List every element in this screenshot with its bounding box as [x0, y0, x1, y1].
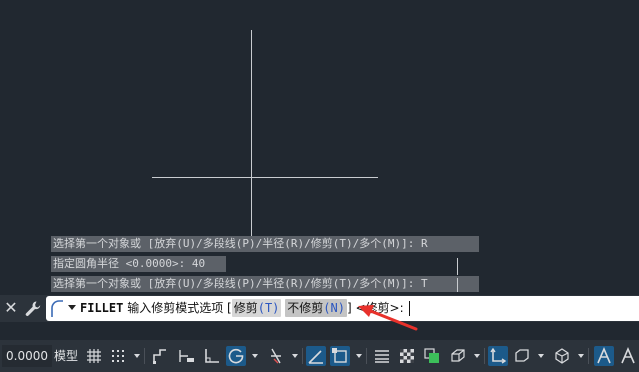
separator: [366, 348, 367, 364]
object-snap-tracking-icon: [308, 350, 323, 364]
option-trim-key: (T): [257, 301, 280, 315]
text-caret: [409, 301, 411, 316]
history-line-3: 选择第一个对象或 [放弃(U)/多段线(P)/半径(R)/修剪(T)/多个(M)…: [51, 276, 479, 292]
close-icon[interactable]: ✕: [3, 299, 19, 317]
option-no-trim[interactable]: 不修剪(N): [285, 299, 347, 317]
separator: [484, 348, 485, 364]
units-icon[interactable]: [552, 346, 572, 366]
model-space-button[interactable]: 模型: [50, 345, 82, 367]
option-no-trim-key: (N): [323, 301, 345, 315]
lineweight-icon[interactable]: [372, 346, 392, 366]
wrench-icon[interactable]: [24, 300, 42, 318]
object-snap-toggle[interactable]: [330, 346, 350, 366]
snap-icon[interactable]: [108, 346, 128, 366]
chevron-down-icon[interactable]: [134, 354, 140, 358]
chevron-down-icon[interactable]: [292, 354, 298, 358]
polar-tracking-toggle[interactable]: [226, 346, 246, 366]
option-trim[interactable]: 修剪(T): [231, 299, 282, 317]
annotation-monitor-icon[interactable]: [512, 346, 532, 366]
dynamic-input-icon[interactable]: [176, 346, 196, 366]
drawing-canvas[interactable]: 选择第一个对象或 [放弃(U)/多段线(P)/半径(R)/修剪(T)/多个(M)…: [0, 0, 639, 293]
option-no-trim-label: 不修剪: [287, 301, 324, 315]
ucs-toggle[interactable]: [488, 346, 508, 366]
chevron-down-icon[interactable]: [578, 354, 584, 358]
isometric-icon[interactable]: [266, 346, 286, 366]
command-line-bar: ✕ FILLET 输入修剪模式选项 [修剪(T) 不修剪(N)] <修剪>:: [0, 295, 639, 322]
quick-properties-icon: [597, 346, 611, 364]
transparency-icon[interactable]: [397, 346, 417, 366]
history-line-1: 选择第一个对象或 [放弃(U)/多段线(P)/半径(R)/修剪(T)/多个(M)…: [51, 236, 479, 252]
separator: [302, 348, 303, 364]
chevron-down-icon[interactable]: [68, 305, 76, 310]
selection-cycling-icon[interactable]: [422, 346, 442, 366]
3d-object-snap-icon[interactable]: [448, 346, 468, 366]
chevron-down-icon[interactable]: [538, 354, 544, 358]
command-prompt: FILLET 输入修剪模式选项 [修剪(T) 不修剪(N)] <修剪>:: [80, 296, 411, 321]
history-cursor: [457, 258, 458, 275]
separator: [144, 348, 145, 364]
chevron-down-icon[interactable]: [356, 354, 362, 358]
command-input[interactable]: FILLET 输入修剪模式选项 [修剪(T) 不修剪(N)] <修剪>:: [46, 296, 639, 321]
ortho-icon[interactable]: [202, 346, 222, 366]
ucs-icon: [490, 347, 507, 364]
command-name: FILLET: [80, 301, 124, 315]
status-bar: 0.0000 模型: [0, 340, 639, 372]
fillet-curve-icon: [51, 300, 63, 317]
infer-constraints-icon[interactable]: [150, 346, 170, 366]
chevron-down-icon[interactable]: [474, 354, 480, 358]
annotation-scale-icon[interactable]: [618, 346, 638, 366]
command-prompt-text: 输入修剪模式选项: [127, 301, 224, 315]
history-line-2: 指定圆角半径 <0.0000>: 40: [51, 256, 226, 272]
default-option-text: <修剪>:: [355, 301, 404, 315]
chevron-down-icon[interactable]: [252, 354, 258, 358]
grid-icon[interactable]: [84, 346, 104, 366]
history-cursor-2: [457, 278, 458, 292]
crosshair-horizontal: [152, 177, 378, 178]
crosshair-vertical: [251, 30, 252, 240]
bracket-close: ]: [346, 301, 352, 315]
object-snap-icon: [332, 348, 347, 363]
polar-tracking-icon: [228, 348, 244, 364]
option-trim-label: 修剪: [233, 301, 258, 315]
object-snap-tracking-toggle[interactable]: [306, 346, 326, 366]
separator: [588, 348, 589, 364]
quick-properties-toggle[interactable]: [594, 346, 614, 366]
coordinate-display[interactable]: 0.0000: [2, 345, 52, 367]
